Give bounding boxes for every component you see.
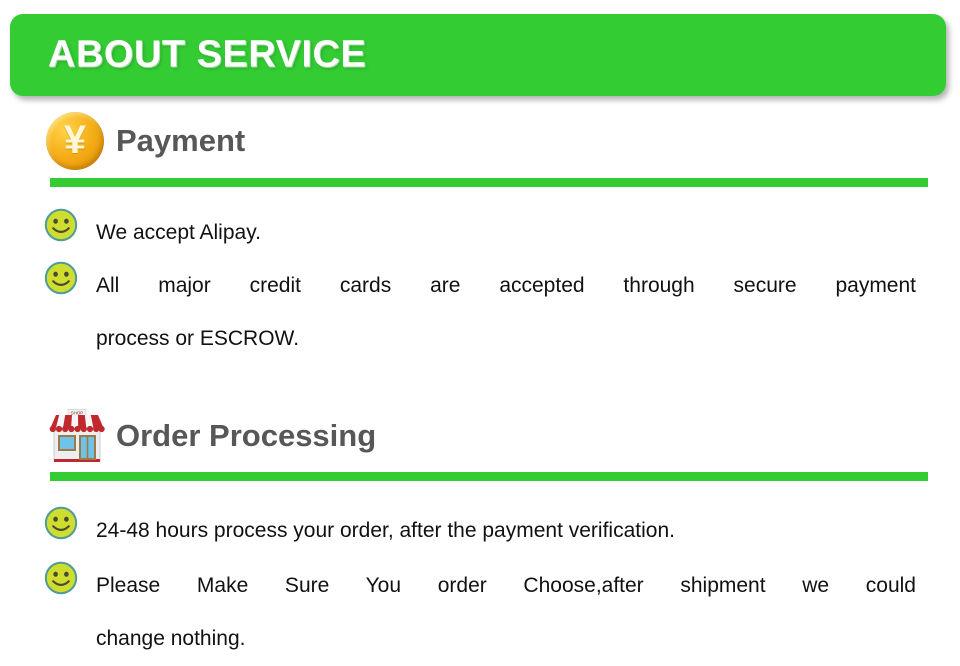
list-item-text: 24-48 hours process your order, after th… [96,519,675,542]
list-item: Please Make Sure You order Choose,after … [44,559,916,665]
list-item-line-1: All major credit cards are accepted thro… [96,274,916,297]
section-divider-payment [50,178,928,187]
smiley-face-glyph [44,561,78,595]
about-service-banner: ABOUT SERVICE [10,14,946,96]
smiley-face-glyph [44,208,78,242]
yen-coin-icon: ¥ [46,110,112,172]
smiley-face-glyph [44,506,78,540]
smiley-face-icon [44,259,96,295]
yen-symbol: ¥ [63,118,87,162]
section-title-payment: Payment [116,123,246,158]
list-item: We accept Alipay. [44,206,916,259]
section-header-order-processing: SHOP Order Processing [46,405,376,467]
smiley-face-icon [44,559,96,595]
section-header-payment: ¥ Payment [46,110,245,172]
list-item-line-2: change nothing. [96,627,246,650]
coin-disc: ¥ [46,112,104,170]
page-title: ABOUT SERVICE [48,33,367,76]
list-item-text: All major credit cards are accepted thro… [96,259,916,365]
list-item-line-2: process or ESCROW. [96,327,300,350]
smiley-face-icon [44,206,96,242]
section-divider-order-processing [50,472,928,481]
storefront-glyph: SHOP [49,409,105,462]
storefront-icon: SHOP [46,405,112,467]
list-item-line-1: Please Make Sure You order Choose,after … [96,574,916,597]
list-item-text: We accept Alipay. [96,221,261,244]
section-title-order-processing: Order Processing [116,418,377,453]
list-item: All major credit cards are accepted thro… [44,259,916,365]
about-service-page: ABOUT SERVICE ¥ Payment We accept Alipay… [0,0,960,666]
smiley-face-glyph [44,261,78,295]
svg-text:SHOP: SHOP [71,410,84,415]
smiley-face-icon [44,504,96,540]
list-item: 24-48 hours process your order, after th… [44,504,916,557]
list-item-text: Please Make Sure You order Choose,after … [96,559,916,665]
